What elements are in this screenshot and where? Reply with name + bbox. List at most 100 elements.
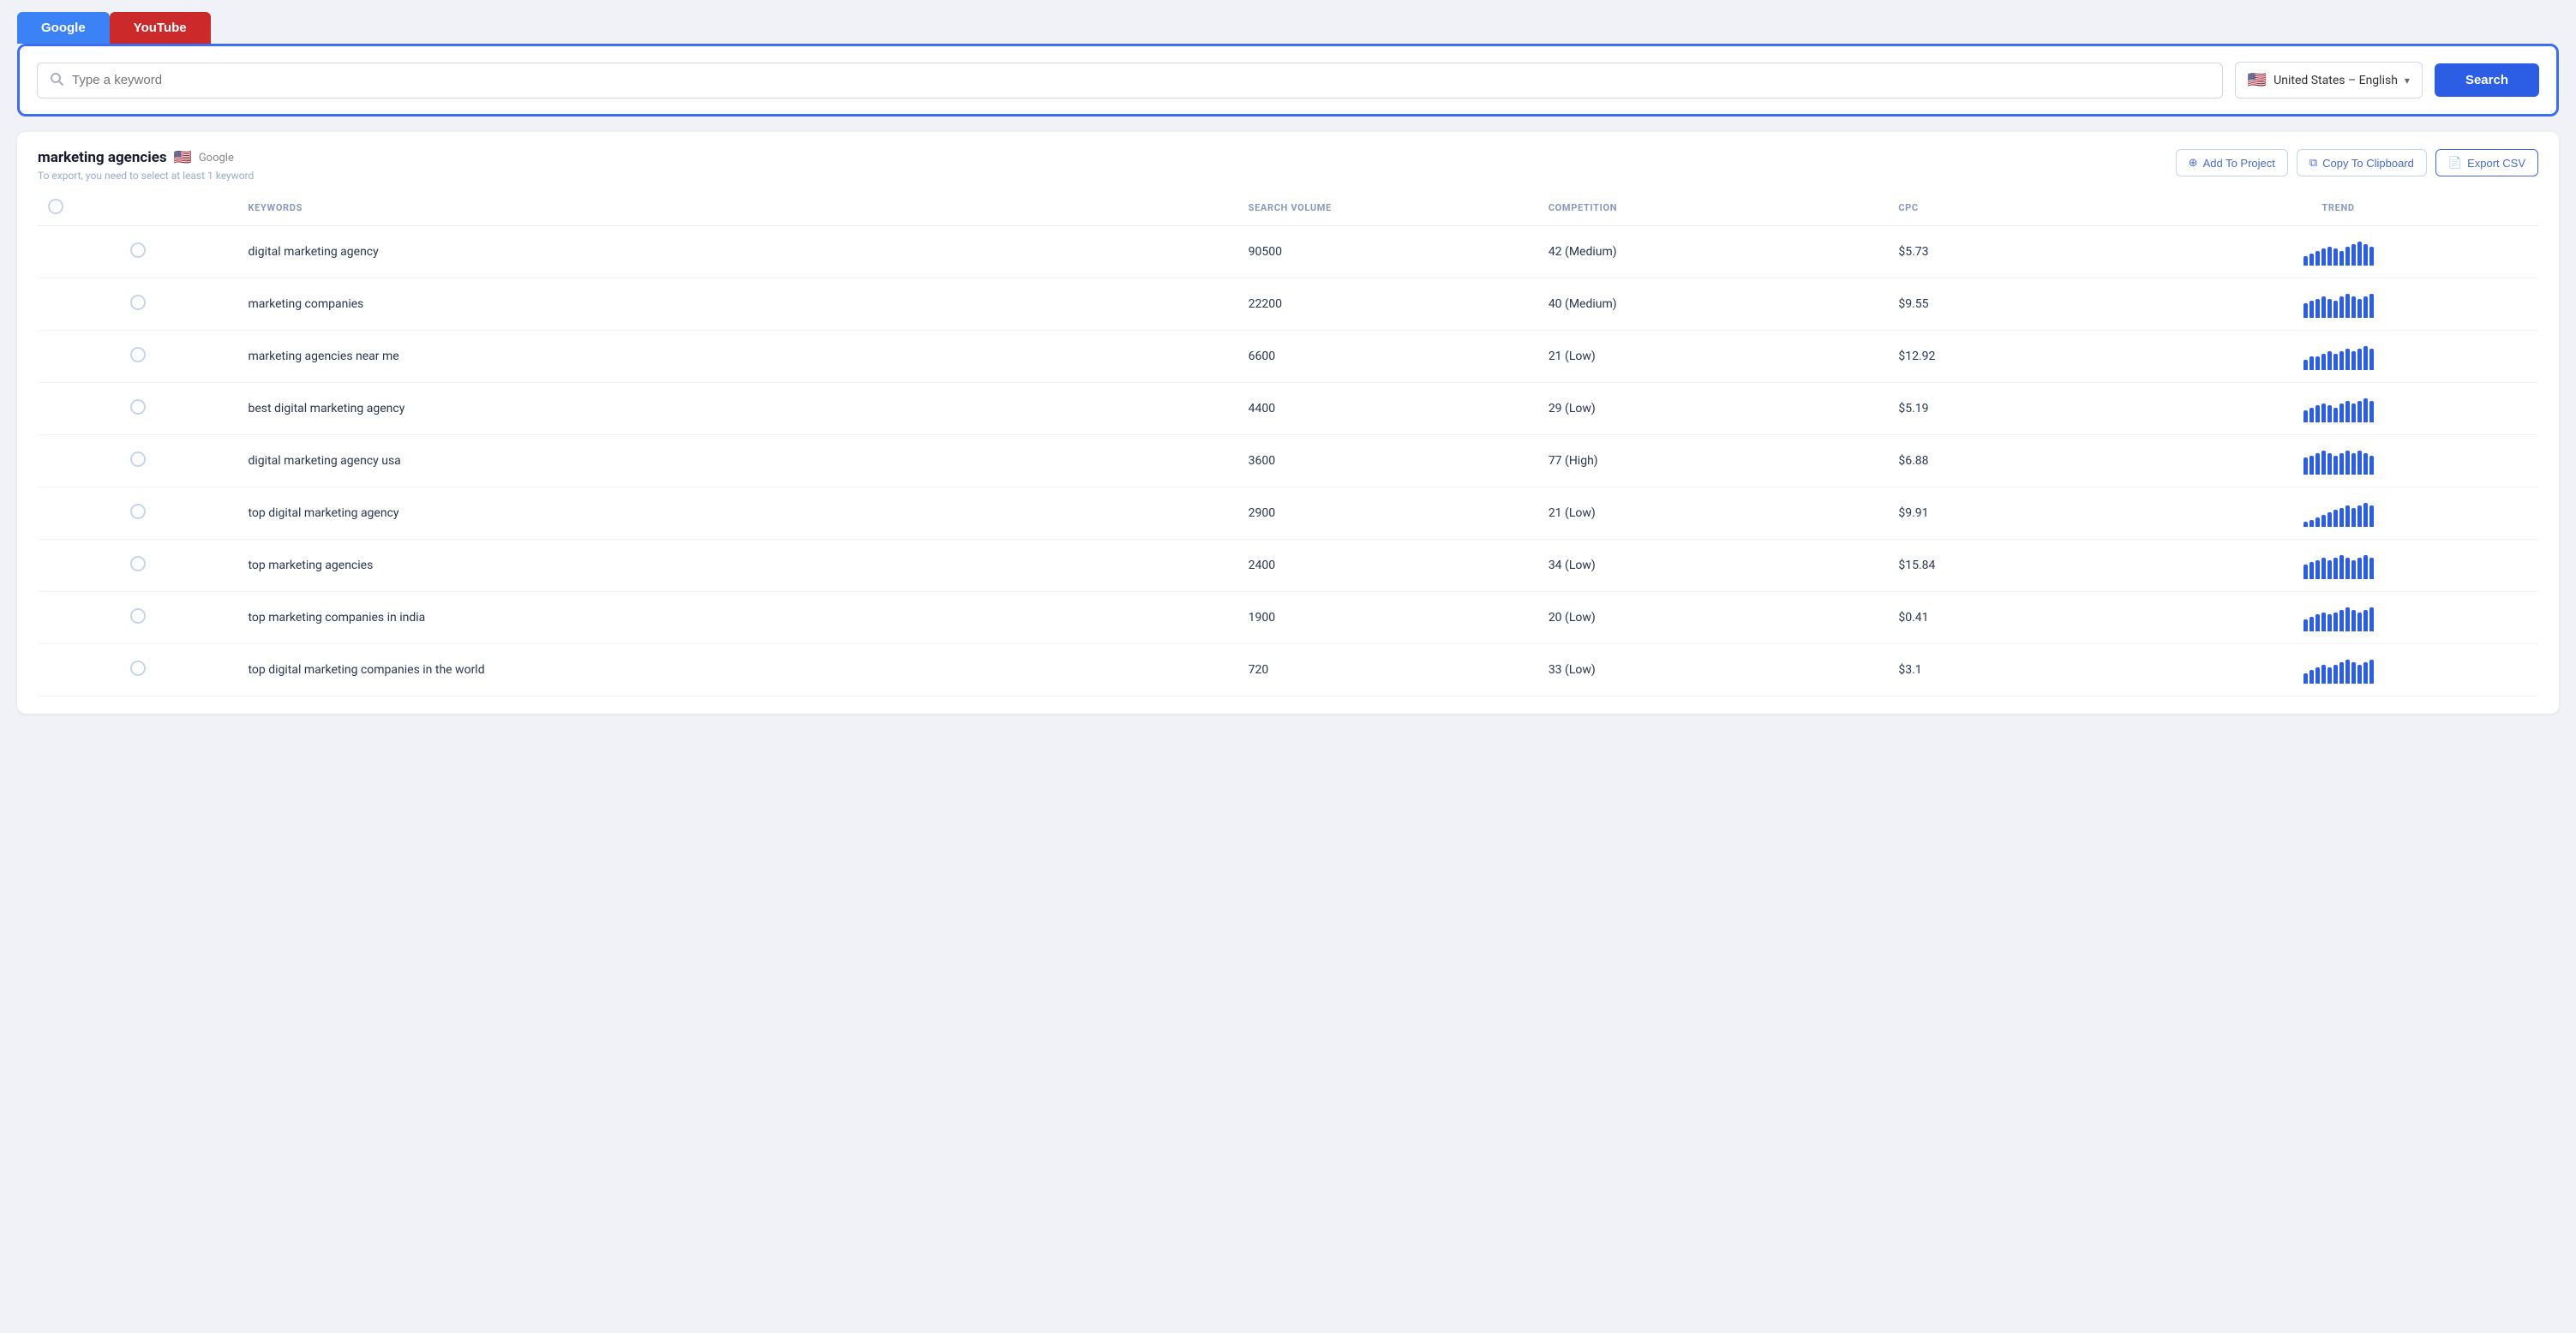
row-select-radio[interactable] (130, 242, 146, 258)
trend-bar-segment (2345, 505, 2350, 527)
table-row: top marketing agencies240034 (Low)$15.84 (38, 540, 2538, 592)
row-keyword: best digital marketing agency (237, 383, 1237, 435)
trend-bar-segment (2315, 405, 2320, 422)
trend-bar-segment (2327, 351, 2332, 370)
tabs-bar: Google YouTube (0, 0, 2576, 44)
copy-to-clipboard-label: Copy To Clipboard (2322, 157, 2414, 170)
chevron-down-icon: ▾ (2405, 75, 2410, 87)
table-row: top digital marketing agency290021 (Low)… (38, 487, 2538, 540)
trend-bar-segment (2321, 665, 2326, 684)
trend-bar-segment (2333, 248, 2338, 266)
action-buttons: ⊕ Add To Project ⧉ Copy To Clipboard 📄 E… (2176, 149, 2538, 176)
row-cpc: $5.19 (1888, 383, 2138, 435)
table-row: digital marketing agency9050042 (Medium)… (38, 226, 2538, 278)
row-trend (2138, 644, 2538, 696)
trend-bar-segment (2315, 560, 2320, 579)
trend-bars (2148, 552, 2528, 579)
trend-bar-segment (2345, 451, 2350, 475)
row-trend (2138, 592, 2538, 644)
trend-bar-segment (2333, 456, 2338, 475)
search-button[interactable]: Search (2435, 63, 2539, 97)
trend-bar-segment (2351, 453, 2356, 475)
row-keyword: top digital marketing agency (237, 487, 1237, 540)
tab-google[interactable]: Google (17, 12, 110, 44)
trend-bars (2148, 656, 2528, 684)
trend-bar-segment (2303, 673, 2308, 684)
row-select-radio[interactable] (130, 661, 146, 676)
row-select-cell (38, 644, 237, 696)
select-all-circle[interactable] (48, 199, 63, 214)
row-select-cell (38, 278, 237, 331)
locale-selector[interactable]: 🇺🇸 United States – English ▾ (2235, 62, 2423, 99)
trend-bars (2148, 238, 2528, 266)
tab-youtube[interactable]: YouTube (110, 12, 211, 44)
trend-bar-segment (2333, 354, 2338, 370)
row-select-radio[interactable] (130, 504, 146, 519)
header-select (38, 190, 237, 226)
trend-bar-segment (2315, 299, 2320, 318)
results-header: marketing agencies 🇺🇸 Google To export, … (38, 149, 2538, 182)
trend-bar-segment (2339, 555, 2344, 579)
row-trend (2138, 331, 2538, 383)
copy-to-clipboard-button[interactable]: ⧉ Copy To Clipboard (2297, 149, 2427, 176)
row-select-cell (38, 331, 237, 383)
trend-bar-segment (2333, 558, 2338, 579)
header-trend: TREND (2138, 190, 2538, 226)
add-to-project-button[interactable]: ⊕ Add To Project (2176, 149, 2288, 176)
table-row: marketing companies2220040 (Medium)$9.55 (38, 278, 2538, 331)
trend-bar-segment (2333, 510, 2338, 527)
row-keyword: top marketing companies in india (237, 592, 1237, 644)
row-select-radio[interactable] (130, 295, 146, 310)
row-cpc: $6.88 (1888, 435, 2138, 487)
row-select-cell (38, 383, 237, 435)
trend-bar-segment (2327, 512, 2332, 527)
export-csv-button[interactable]: 📄 Export CSV (2435, 149, 2538, 176)
trend-bar-segment (2321, 403, 2326, 422)
trend-bar-segment (2369, 660, 2374, 684)
row-select-radio[interactable] (130, 556, 146, 571)
locale-flag: 🇺🇸 (2248, 71, 2267, 89)
trend-bar-segment (2357, 299, 2362, 318)
results-keyword: marketing agencies (38, 149, 167, 166)
trend-bar-segment (2309, 520, 2314, 527)
trend-bar-segment (2351, 662, 2356, 684)
trend-bar-segment (2315, 517, 2320, 527)
trend-bar-segment (2327, 247, 2332, 266)
row-search-volume: 1900 (1238, 592, 1538, 644)
trend-bar-segment (2339, 662, 2344, 684)
trend-bar-segment (2345, 349, 2350, 370)
row-keyword: digital marketing agency usa (237, 435, 1237, 487)
trend-bar-segment (2339, 403, 2344, 422)
row-select-radio[interactable] (130, 451, 146, 467)
trend-bar-segment (2321, 515, 2326, 527)
trend-bars (2148, 447, 2528, 475)
trend-bar-segment (2339, 351, 2344, 370)
trend-bar-segment (2363, 662, 2368, 684)
row-select-radio[interactable] (130, 608, 146, 624)
trend-bar-segment (2363, 503, 2368, 527)
keyword-search-input[interactable] (72, 73, 2210, 87)
trend-bar-segment (2357, 505, 2362, 527)
trend-bar-segment (2351, 508, 2356, 527)
row-competition: 42 (Medium) (1538, 226, 1889, 278)
row-cpc: $0.41 (1888, 592, 2138, 644)
trend-bar-segment (2321, 558, 2326, 579)
trend-bar-segment (2309, 254, 2314, 266)
row-search-volume: 2900 (1238, 487, 1538, 540)
row-select-radio[interactable] (130, 399, 146, 415)
row-keyword: top digital marketing companies in the w… (237, 644, 1237, 696)
row-select-radio[interactable] (130, 347, 146, 362)
trend-bar-segment (2351, 403, 2356, 422)
row-competition: 77 (High) (1538, 435, 1889, 487)
trend-bar-segment (2339, 508, 2344, 527)
trend-bar-segment (2327, 453, 2332, 475)
trend-bar-segment (2357, 401, 2362, 422)
trend-bar-segment (2345, 294, 2350, 318)
trend-bar-segment (2333, 665, 2338, 684)
trend-bar-segment (2315, 356, 2320, 370)
search-icon (50, 72, 63, 89)
trend-bar-segment (2303, 565, 2308, 579)
row-search-volume: 3600 (1238, 435, 1538, 487)
trend-bar-segment (2309, 408, 2314, 422)
trend-bar-segment (2363, 398, 2368, 422)
